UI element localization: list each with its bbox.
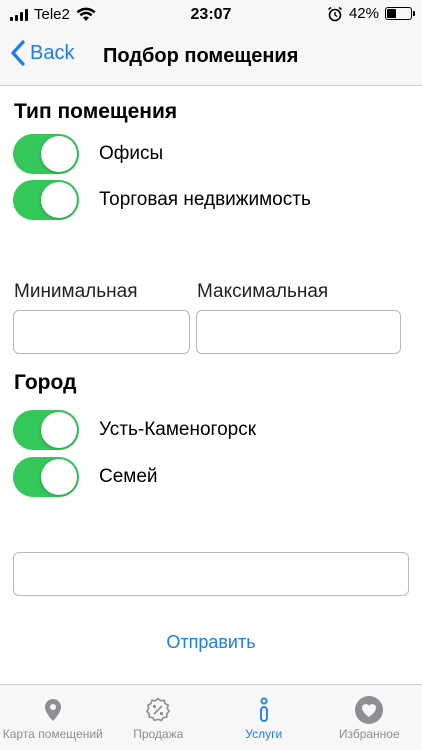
info-icon	[258, 695, 270, 725]
offices-label: Офисы	[99, 143, 164, 164]
status-bar: Tele2 23:07 42%	[0, 0, 422, 30]
toggle-row-retail: Торговая недвижимость	[13, 180, 311, 220]
ust-kamenogorsk-toggle[interactable]	[13, 410, 79, 450]
tab-favorites[interactable]: Избранное	[317, 685, 422, 750]
toggle-row-ust-kamenogorsk: Усть-Каменогорск	[13, 410, 256, 450]
submit-button[interactable]: Отправить	[0, 632, 422, 653]
extra-input[interactable]	[13, 552, 409, 596]
toggle-knob	[41, 459, 77, 495]
tab-bar: Карта помещений Продажа Услуги Избранное	[0, 684, 422, 750]
percent-badge-icon	[145, 695, 171, 725]
navigation-bar: Back Подбор помещения	[0, 30, 422, 86]
battery-level	[387, 9, 397, 18]
max-price-label: Максимальная	[197, 281, 329, 302]
battery-icon	[385, 7, 415, 20]
semey-label: Семей	[99, 466, 158, 487]
tab-map[interactable]: Карта помещений	[0, 685, 106, 750]
toggle-row-offices: Офисы	[13, 134, 163, 174]
max-price-input[interactable]	[196, 310, 401, 354]
city-title: Город	[14, 371, 77, 394]
min-price-label: Минимальная	[14, 281, 138, 302]
toggle-knob	[41, 182, 77, 218]
location-pin-icon	[43, 695, 63, 725]
semey-toggle[interactable]	[13, 457, 79, 497]
toggle-knob	[41, 136, 77, 172]
tab-label: Услуги	[245, 727, 283, 741]
chevron-left-icon	[11, 40, 25, 66]
retail-toggle[interactable]	[13, 180, 79, 220]
page-title: Подбор помещения	[103, 45, 299, 67]
alarm-clock-icon	[327, 6, 342, 21]
back-button[interactable]: Back	[10, 40, 74, 66]
tab-label: Продажа	[133, 727, 184, 741]
tab-services[interactable]: Услуги	[211, 685, 317, 750]
tab-label: Избранное	[338, 727, 400, 741]
toggle-knob	[41, 412, 77, 448]
retail-label: Торговая недвижимость	[99, 189, 311, 210]
tab-sale[interactable]: Продажа	[106, 685, 212, 750]
tab-label: Карта помещений	[2, 727, 103, 741]
heart-icon	[354, 695, 384, 725]
offices-toggle[interactable]	[13, 134, 79, 174]
min-price-input[interactable]	[13, 310, 190, 354]
status-right: 42%	[327, 5, 415, 22]
ust-kamenogorsk-label: Усть-Каменогорск	[99, 419, 257, 440]
room-type-title: Тип помещения	[14, 100, 178, 123]
toggle-row-semey: Семей	[13, 457, 158, 497]
battery-percent: 42%	[348, 5, 379, 22]
back-label: Back	[30, 41, 75, 64]
